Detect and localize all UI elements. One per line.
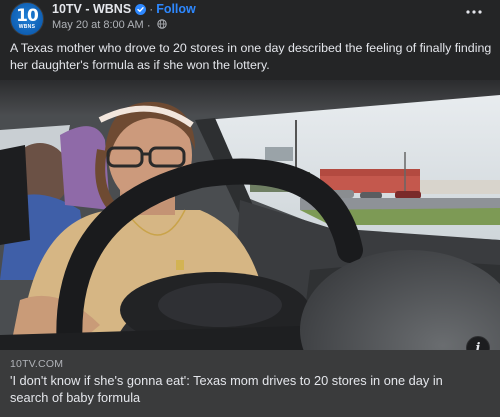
time-separator: · bbox=[146, 18, 151, 32]
link-domain: 10TV.COM bbox=[10, 358, 64, 370]
post-meta: 10TV - WBNS · Follow May 20 at 8:00 AM · bbox=[52, 1, 196, 35]
post-photo[interactable] bbox=[0, 80, 500, 350]
follow-button[interactable]: Follow bbox=[156, 2, 196, 16]
car-interior-image bbox=[0, 80, 500, 350]
name-row: 10TV - WBNS · Follow bbox=[52, 1, 196, 17]
post-caption: A Texas mother who drove to 20 stores in… bbox=[10, 41, 492, 72]
post-timestamp[interactable]: May 20 at 8:00 AM bbox=[52, 19, 144, 31]
header-separator: · bbox=[149, 2, 154, 16]
time-row: May 20 at 8:00 AM · bbox=[52, 17, 196, 33]
more-options-button[interactable] bbox=[464, 4, 484, 20]
link-headline[interactable]: 'I don't know if she's gonna eat': Texas… bbox=[10, 372, 480, 406]
avatar-call-sign: WBNS bbox=[18, 23, 36, 30]
page-avatar[interactable]: 10 WBNS bbox=[10, 2, 44, 36]
facebook-post: 10 WBNS 10TV - WBNS · Follow May 20 at 8… bbox=[0, 0, 500, 417]
verified-badge-icon bbox=[135, 3, 147, 15]
globe-icon[interactable] bbox=[157, 18, 167, 32]
page-name-link[interactable]: 10TV - WBNS bbox=[52, 2, 131, 16]
link-preview-card[interactable]: 10TV.COM 'I don't know if she's gonna ea… bbox=[0, 350, 500, 417]
more-horizontal-icon bbox=[466, 10, 482, 14]
post-header: 10 WBNS 10TV - WBNS · Follow May 20 at 8… bbox=[8, 0, 492, 36]
avatar-number: 10 bbox=[16, 5, 39, 26]
